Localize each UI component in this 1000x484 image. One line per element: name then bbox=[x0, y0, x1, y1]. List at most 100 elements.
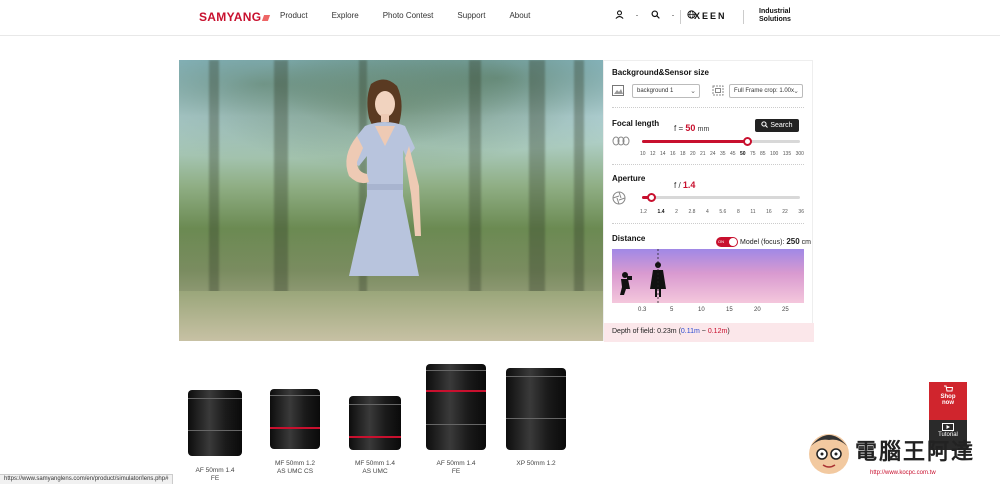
simulator-panel: Background&Sensor size background 1 ⌄ Fu… bbox=[603, 60, 814, 342]
play-icon bbox=[942, 423, 954, 433]
background-select-value: background 1 bbox=[637, 88, 674, 94]
tick-label: 4 bbox=[706, 209, 709, 215]
header-divider bbox=[680, 10, 681, 24]
aperture-icon bbox=[612, 191, 626, 208]
lens-name: MF 50mm 1.2 AS UMC CS bbox=[274, 460, 316, 475]
tick-label: 22 bbox=[782, 209, 788, 215]
site-header: SAMYANG Product Explore Photo Contest Su… bbox=[0, 0, 1000, 36]
distance-tick-label: 15 bbox=[726, 307, 733, 313]
tick-label: 8 bbox=[736, 209, 740, 215]
section-divider bbox=[612, 107, 804, 108]
tick-label: 1.4 bbox=[657, 209, 665, 215]
distance-tick-label: 10 bbox=[698, 307, 705, 313]
tick-label: 85 bbox=[760, 151, 766, 157]
dof-value: 0.23m bbox=[657, 328, 677, 335]
search-button[interactable]: Search bbox=[755, 119, 799, 132]
nav-photo-contest[interactable]: Photo Contest bbox=[383, 11, 434, 20]
depth-of-field-bar: Depth of field: 0.23m (0.11m ~ 0.12m) bbox=[604, 323, 814, 342]
dot-separator-icon: · bbox=[635, 10, 639, 20]
model-figure bbox=[346, 79, 421, 276]
distance-scene bbox=[620, 249, 666, 303]
aperture-readout: f / 1.4 bbox=[674, 180, 695, 190]
dof-label: Depth of field: bbox=[612, 328, 656, 335]
focal-readout: f = 50 mm bbox=[674, 123, 709, 133]
distance-tick-label: 0.3 bbox=[638, 307, 647, 313]
watermark-text: 電腦王阿達 bbox=[855, 440, 976, 465]
distance-title: Distance bbox=[612, 234, 646, 243]
section-divider bbox=[612, 223, 804, 224]
tick-label: 135 bbox=[782, 151, 792, 157]
aperture-prefix: f / bbox=[674, 181, 681, 190]
aperture-slider-track[interactable] bbox=[642, 196, 800, 199]
aperture-title: Aperture bbox=[612, 174, 646, 183]
photo-ground bbox=[179, 291, 603, 341]
tick-label: 45 bbox=[730, 151, 736, 157]
shop-label-2: now bbox=[942, 400, 954, 406]
model-focus-unit: cm bbox=[801, 239, 811, 246]
browser-status-url: https://www.samyanglens.com/en/product/s… bbox=[0, 474, 174, 484]
tick-label: 20 bbox=[690, 151, 696, 157]
header-divider bbox=[743, 10, 744, 24]
crop-icon bbox=[712, 85, 724, 99]
tick-label: 12 bbox=[650, 151, 656, 157]
tick-label: 18 bbox=[680, 151, 686, 157]
main-nav: Product Explore Photo Contest Support Ab… bbox=[280, 11, 554, 20]
industrial-line-1: Industrial bbox=[759, 8, 791, 15]
focal-slider-handle[interactable] bbox=[743, 137, 753, 146]
tick-label: 35 bbox=[720, 151, 726, 157]
search-icon[interactable] bbox=[650, 10, 660, 20]
aperture-value: 1.4 bbox=[682, 180, 696, 190]
model-focus-readout: Model (focus): 250 cm bbox=[740, 237, 811, 246]
bg-sensor-title: Background&Sensor size bbox=[612, 68, 709, 77]
model-silhouette-icon bbox=[650, 262, 666, 297]
model-focus-label: Model (focus): bbox=[740, 239, 785, 246]
distance-tick-label: 25 bbox=[782, 307, 789, 313]
tick-label: 75 bbox=[750, 151, 756, 157]
lens-image bbox=[270, 389, 320, 449]
lens-name: AF 50mm 1.4 FE bbox=[195, 467, 235, 482]
model-toggle[interactable]: ON bbox=[716, 237, 738, 247]
xeen-link[interactable]: XEEN bbox=[694, 11, 727, 21]
photographer-icon bbox=[620, 272, 632, 295]
shop-now-button[interactable]: Shop now bbox=[929, 382, 967, 420]
nav-product[interactable]: Product bbox=[280, 11, 308, 20]
palm-trunk bbox=[574, 60, 584, 301]
industrial-solutions-link[interactable]: Industrial Solutions bbox=[759, 8, 791, 24]
page: SAMYANG Product Explore Photo Contest Su… bbox=[0, 0, 1000, 484]
search-icon bbox=[761, 121, 769, 128]
palm-trunk bbox=[469, 60, 481, 301]
dot-separator-icon: · bbox=[671, 10, 675, 20]
user-icon[interactable] bbox=[614, 10, 624, 20]
distance-tick-label: 5 bbox=[670, 307, 674, 313]
watermark-url: http://www.kocpc.com.tw bbox=[870, 470, 936, 476]
image-icon bbox=[612, 85, 624, 99]
mascot-logo bbox=[809, 434, 849, 474]
samyang-logo[interactable]: SAMYANG bbox=[199, 10, 271, 24]
tick-label: 16 bbox=[670, 151, 676, 157]
tick-label: 11 bbox=[750, 209, 756, 215]
focal-ticks: 10 12 14 16 18 20 21 24 35 45 50 75 85 100 135 300 bbox=[640, 151, 804, 157]
nav-explore[interactable]: Explore bbox=[332, 11, 359, 20]
palm-trunk bbox=[529, 60, 545, 301]
toggle-label: ON bbox=[718, 239, 724, 244]
tick-label: 1.2 bbox=[640, 209, 647, 215]
model-focus-value: 250 bbox=[786, 237, 800, 246]
section-divider bbox=[612, 164, 804, 165]
background-select[interactable]: background 1 ⌄ bbox=[632, 84, 700, 98]
lens-name: XP 50mm 1.2 bbox=[516, 460, 556, 467]
nav-about[interactable]: About bbox=[509, 11, 530, 20]
nav-support[interactable]: Support bbox=[457, 11, 485, 20]
cart-icon bbox=[943, 385, 954, 395]
distance-graph[interactable] bbox=[612, 249, 804, 303]
chevron-down-icon: ⌄ bbox=[793, 88, 799, 95]
tick-label: 50 bbox=[740, 151, 746, 157]
header-icons: · · bbox=[614, 10, 696, 20]
palm-trunk bbox=[209, 60, 219, 301]
focal-slider-fill bbox=[642, 140, 748, 143]
sensor-select[interactable]: Full Frame crop: 1.00x ⌄ bbox=[729, 84, 803, 98]
lens-image bbox=[188, 390, 242, 456]
aperture-slider-handle[interactable] bbox=[646, 193, 656, 202]
lens-barrel-icon bbox=[612, 136, 630, 149]
tick-label: 2 bbox=[675, 209, 678, 215]
sensor-select-value: Full Frame crop: 1.00x bbox=[734, 88, 795, 94]
